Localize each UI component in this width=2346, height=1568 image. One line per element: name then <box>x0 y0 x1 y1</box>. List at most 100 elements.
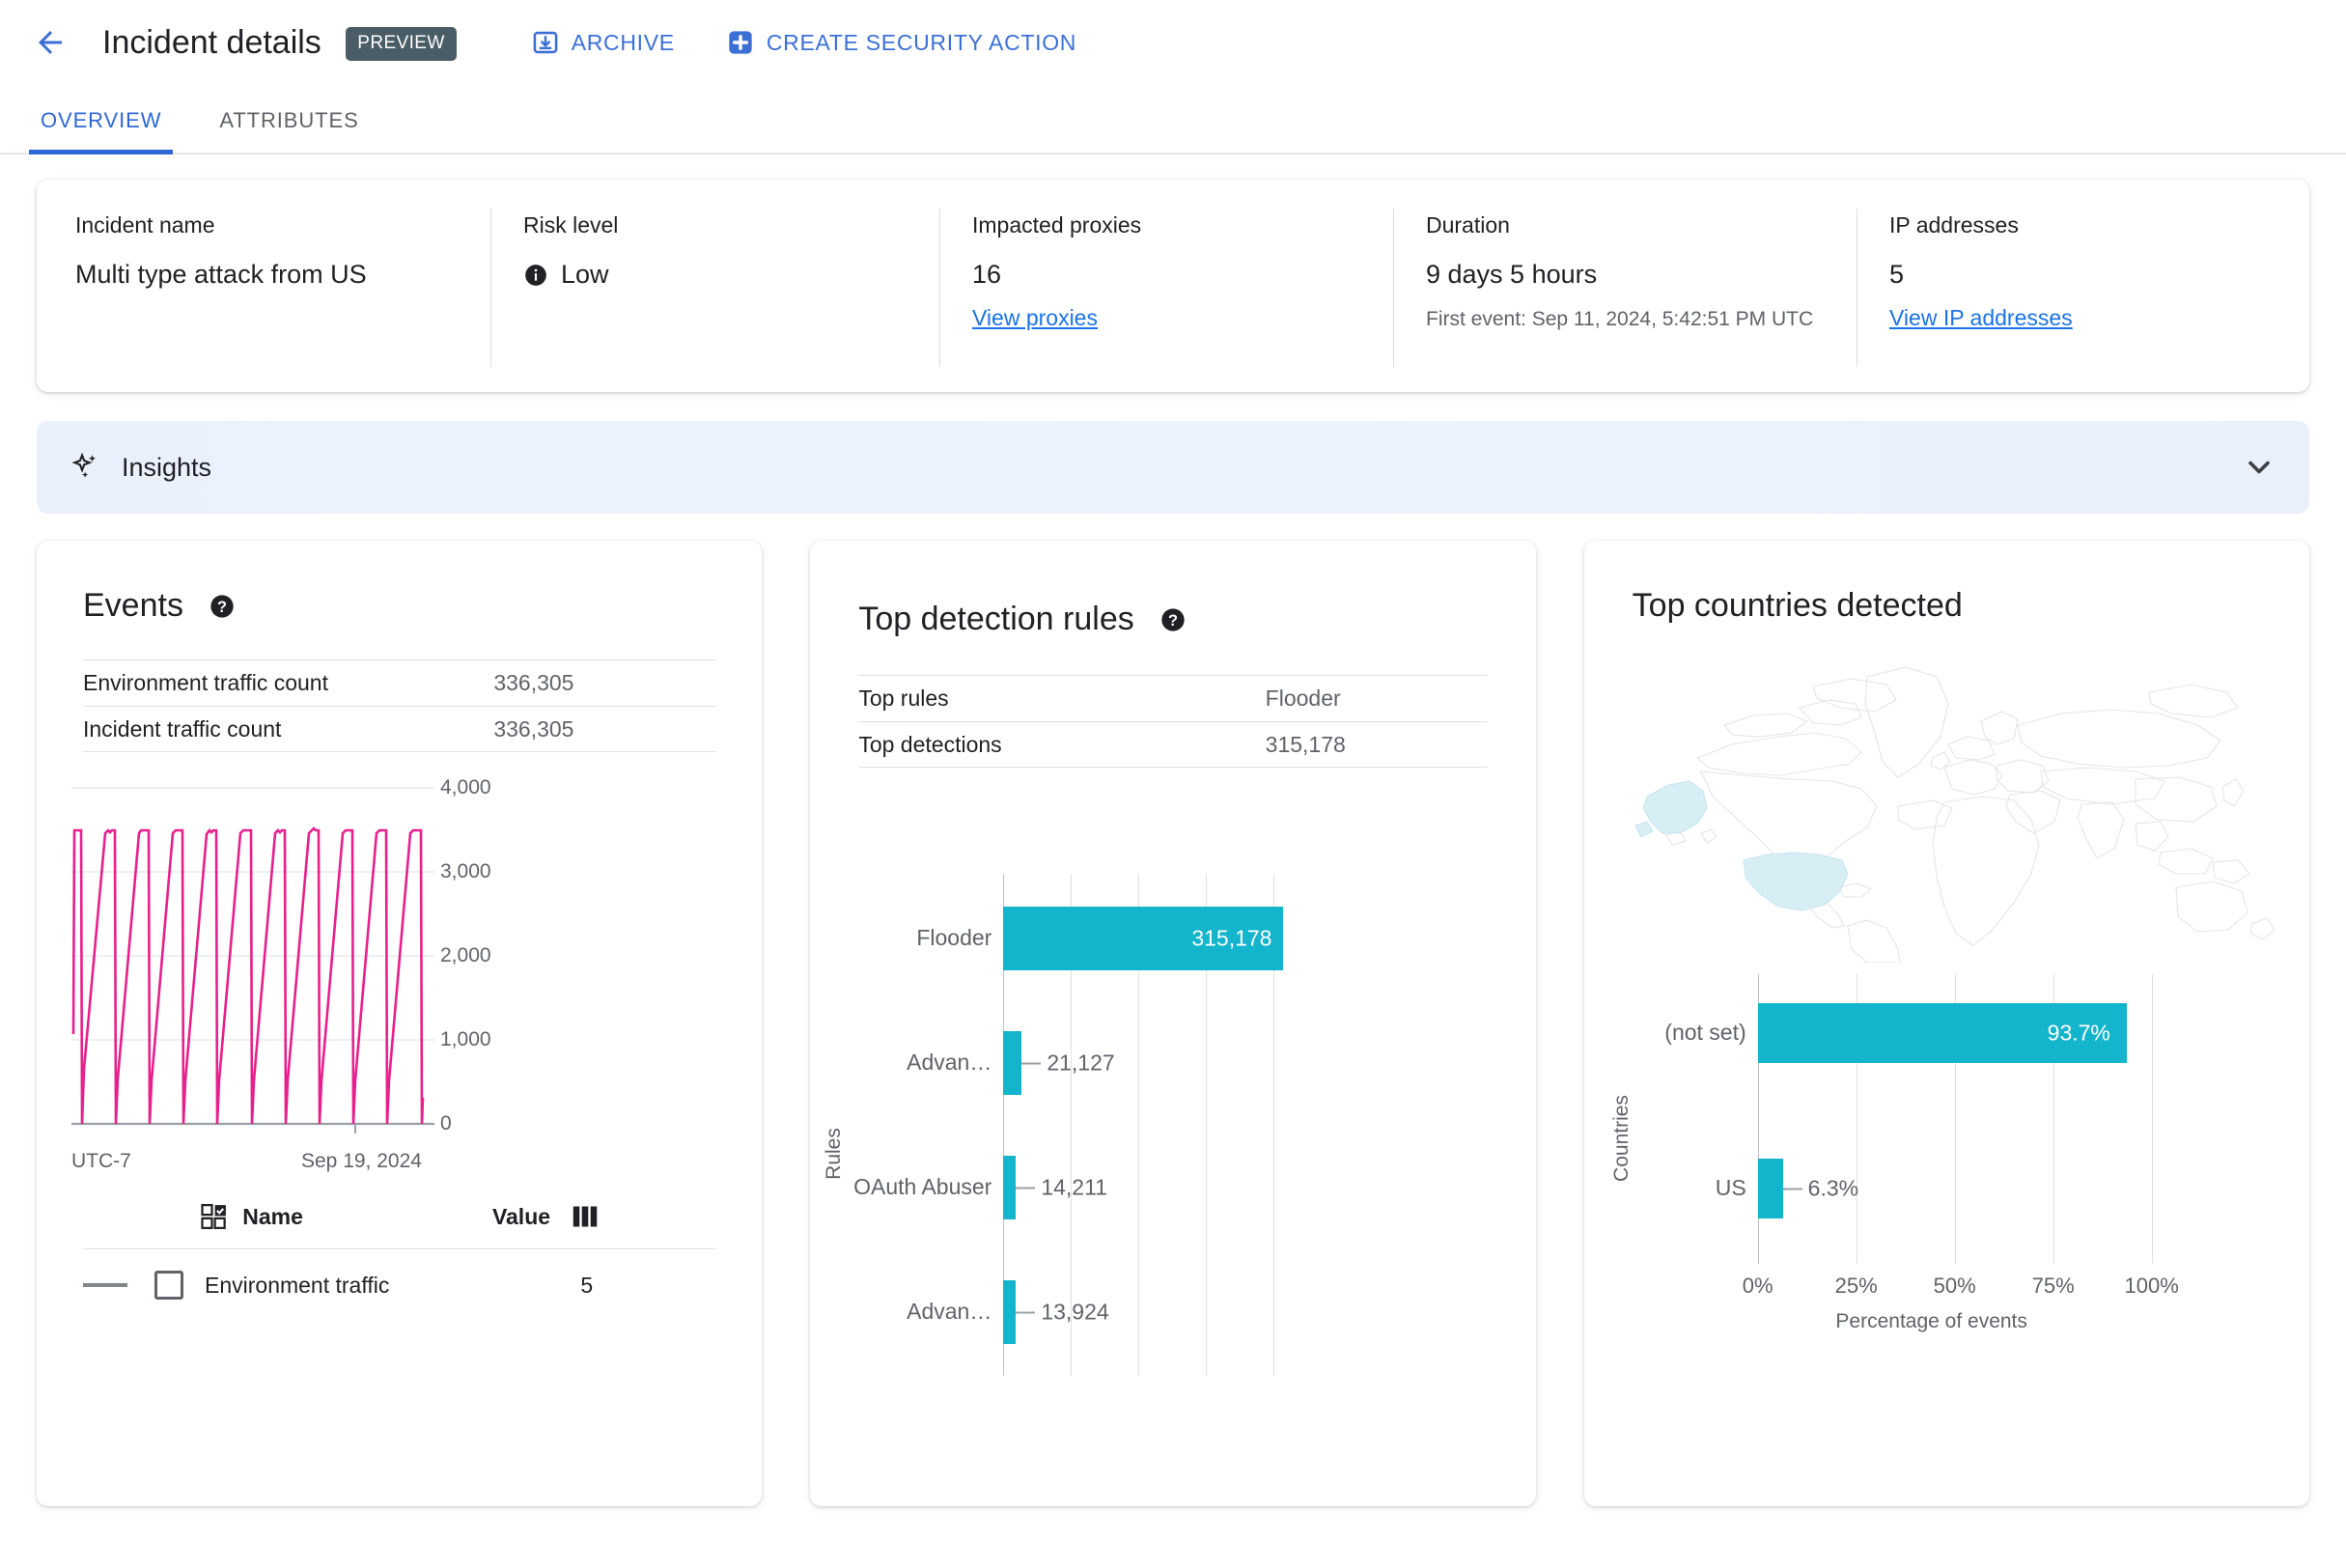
events-card-title: Events <box>83 587 183 624</box>
tab-bar: OVERVIEW ATTRIBUTES <box>0 85 2346 154</box>
events-xtick-utc: UTC-7 <box>71 1150 131 1172</box>
risk-level-value-row: Low <box>523 260 907 290</box>
gridline <box>2151 974 2153 1264</box>
tab-overview[interactable]: OVERVIEW <box>12 108 190 154</box>
events-line-chart: 4,000 3,000 2,000 1,000 0 UTC-7 Sep 19, … <box>37 776 762 1177</box>
chevron-down-icon[interactable] <box>2242 450 2276 485</box>
countries-bar-chart: Countries (not set) 93.7% US 6.3% 0% 25% <box>1584 974 2309 1332</box>
legend-value-header: Value <box>492 1204 599 1230</box>
header-actions: ARCHIVE CREATE SECURITY ACTION <box>532 29 1129 56</box>
view-proxies-link[interactable]: View proxies <box>972 305 1098 331</box>
rules-row-value: Flooder <box>1265 686 1341 711</box>
rules-bar-value: 315,178 <box>1191 925 1272 951</box>
events-row-key: Incident traffic count <box>83 715 282 742</box>
countries-chart-xlabel: Percentage of events <box>1835 1310 2027 1332</box>
events-xtick-date: Sep 19, 2024 <box>301 1150 422 1172</box>
help-icon[interactable]: ? <box>209 593 236 620</box>
table-row: Environment traffic count 336,305 <box>83 659 716 706</box>
rules-card-title: Top detection rules <box>858 601 1134 637</box>
rules-bar-value: 21,127 <box>1021 1050 1115 1077</box>
help-icon[interactable]: ? <box>1159 606 1187 633</box>
countries-xtick: 25% <box>1834 1274 1878 1298</box>
summary-duration: Duration 9 days 5 hours First event: Sep… <box>1393 209 1857 367</box>
rules-bar-value-text: 21,127 <box>1047 1050 1115 1076</box>
events-legend-header: Name Value <box>83 1202 716 1249</box>
plus-square-icon <box>727 29 754 56</box>
rules-bar[interactable] <box>1003 1031 1022 1095</box>
rules-chart-ylabel: Rules <box>823 1128 846 1180</box>
rules-bar-category: Flooder <box>916 925 992 951</box>
info-icon <box>523 263 548 288</box>
events-row-key: Environment traffic count <box>83 670 328 695</box>
list-item[interactable]: Environment traffic 5 <box>83 1271 715 1300</box>
risk-level-value: Low <box>561 260 609 289</box>
countries-xtick: 0% <box>1742 1274 1773 1298</box>
create-security-action-label: CREATE SECURITY ACTION <box>766 29 1077 55</box>
page-title-text: Incident details <box>102 23 321 61</box>
top-countries-card: Top countries detected Countries (not se… <box>1583 541 2309 1506</box>
countries-bar[interactable] <box>1757 1159 1783 1218</box>
rules-bar-category: Advan… <box>907 1050 992 1076</box>
rules-bar-value: 13,924 <box>1016 1300 1109 1326</box>
insights-banner[interactable]: Insights <box>37 421 2309 514</box>
select-all-icon[interactable] <box>200 1202 229 1231</box>
events-card-header: Events ? <box>37 541 762 625</box>
events-plot-area <box>52 779 458 1138</box>
events-chart-svg <box>71 787 434 1134</box>
archive-button[interactable]: ARCHIVE <box>532 29 675 56</box>
archive-icon <box>532 29 559 56</box>
legend-row-checkbox[interactable] <box>154 1271 183 1300</box>
summary-impacted-proxies: Impacted proxies 16 View proxies <box>939 209 1393 367</box>
events-kv-table: Environment traffic count 336,305 Incide… <box>83 659 716 752</box>
page-title: Incident details PREVIEW <box>102 24 457 62</box>
countries-xtick: 75% <box>2031 1274 2075 1298</box>
rules-bar[interactable] <box>1003 1156 1017 1219</box>
legend-name-label: Name <box>242 1203 303 1229</box>
legend-row-name: Environment traffic <box>205 1272 390 1298</box>
rules-bar-value: 14,211 <box>1016 1175 1107 1201</box>
countries-bar-value: 93.7% <box>2047 1020 2110 1046</box>
view-ip-addresses-link[interactable]: View IP addresses <box>1889 305 2073 331</box>
countries-chart-ylabel: Countries <box>1609 1095 1633 1182</box>
rules-bar[interactable] <box>1003 1280 1017 1344</box>
countries-bar-category: US <box>1715 1175 1746 1201</box>
legend-value-label: Value <box>491 1203 551 1229</box>
impacted-proxies-value: 16 <box>972 260 1002 289</box>
countries-card-header: Top countries detected <box>1584 541 2309 625</box>
columns-icon[interactable] <box>572 1204 599 1229</box>
events-row-value: 336,305 <box>493 715 574 742</box>
summary-risk-level: Risk level Low <box>490 209 939 367</box>
events-ytick-0: 0 <box>440 1112 452 1134</box>
rules-card-header: Top detection rules ? <box>810 541 1535 638</box>
rules-row-value: 315,178 <box>1265 731 1346 757</box>
summary-incident-name: Incident name Multi type attack from US <box>37 212 490 365</box>
world-map <box>1608 644 2284 964</box>
back-arrow-icon <box>39 31 62 54</box>
leader-line <box>1021 1062 1042 1064</box>
incident-name-label: Incident name <box>75 212 215 238</box>
top-detection-rules-card: Top detection rules ? Top rules Flooder … <box>810 541 1536 1506</box>
events-card: Events ? Environment traffic count 336,3… <box>37 541 763 1506</box>
charts-row: Events ? Environment traffic count 336,3… <box>37 541 2309 1506</box>
rules-bar-value-text: 14,211 <box>1041 1174 1107 1200</box>
incident-name-value: Multi type attack from US <box>75 260 367 289</box>
rules-kv-table: Top rules Flooder Top detections 315,178 <box>858 675 1488 768</box>
summary-ip-addresses: IP addresses 5 View IP addresses <box>1857 209 2262 367</box>
world-map-svg <box>1634 666 2276 964</box>
impacted-proxies-label: Impacted proxies <box>972 212 1142 238</box>
countries-bar-value-text: 6.3% <box>1807 1175 1859 1201</box>
countries-xtick: 100% <box>2124 1274 2179 1298</box>
insights-label: Insights <box>122 452 212 482</box>
tab-attributes[interactable]: ATTRIBUTES <box>190 108 387 153</box>
ip-addresses-label: IP addresses <box>1889 212 2019 238</box>
countries-xtick: 50% <box>1933 1274 1976 1298</box>
countries-card-title: Top countries detected <box>1632 587 1963 624</box>
sparkle-icon <box>70 451 102 484</box>
duration-label: Duration <box>1426 212 1510 238</box>
create-security-action-button[interactable]: CREATE SECURITY ACTION <box>727 29 1076 56</box>
rules-bar-category: OAuth Abuser <box>853 1174 992 1200</box>
events-row-value: 336,305 <box>493 670 574 695</box>
archive-button-label: ARCHIVE <box>571 29 675 55</box>
back-button[interactable] <box>27 19 73 66</box>
table-row: Incident traffic count 336,305 <box>83 706 716 752</box>
